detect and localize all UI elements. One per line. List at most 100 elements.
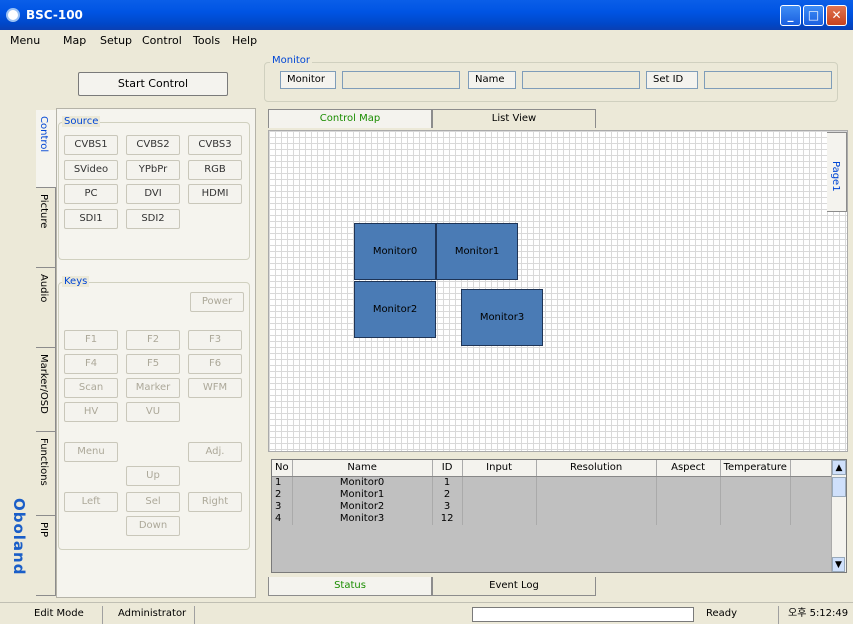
source-dvi-button[interactable]: DVI: [126, 184, 180, 204]
status-mode: Edit Mode: [34, 608, 84, 619]
col-input[interactable]: Input: [462, 460, 537, 477]
close-button[interactable]: ✕: [826, 5, 847, 26]
cell-aspect: [656, 488, 721, 501]
f2-button[interactable]: F2: [126, 330, 180, 350]
f4-button[interactable]: F4: [64, 354, 118, 374]
source-sdi2-button[interactable]: SDI2: [126, 209, 180, 229]
cell-name: Monitor1: [292, 488, 433, 501]
f5-button[interactable]: F5: [126, 354, 180, 374]
table-row[interactable]: 4 Monitor3 12: [272, 512, 833, 525]
col-aspect[interactable]: Aspect: [656, 460, 721, 477]
table-row[interactable]: 2 Monitor1 2: [272, 488, 833, 501]
col-name[interactable]: Name: [292, 460, 433, 477]
col-id[interactable]: ID: [432, 460, 463, 477]
tab-control-map[interactable]: Control Map: [268, 109, 432, 128]
cell-aspect: [656, 500, 721, 513]
tab-page1-label: Page1: [830, 161, 841, 192]
cell-id: 12: [432, 512, 463, 525]
cell-name: Monitor2: [292, 500, 433, 513]
control-map-grid[interactable]: Monitor0 Monitor1 Monitor2 Monitor3: [268, 130, 848, 452]
scroll-thumb[interactable]: [832, 477, 846, 497]
source-hdmi-button[interactable]: HDMI: [188, 184, 242, 204]
right-button[interactable]: Right: [188, 492, 242, 512]
status-divider: [194, 606, 195, 624]
status-user: Administrator: [118, 608, 187, 619]
wfm-button[interactable]: WFM: [188, 378, 242, 398]
sel-button[interactable]: Sel: [126, 492, 180, 512]
map-monitor-1[interactable]: Monitor1: [436, 223, 518, 280]
col-no[interactable]: No: [272, 460, 293, 477]
map-monitor-2[interactable]: Monitor2: [354, 281, 436, 338]
tab-list-view[interactable]: List View: [432, 109, 596, 128]
maximize-button[interactable]: □: [803, 5, 824, 26]
vu-button[interactable]: VU: [126, 402, 180, 422]
source-cvbs2-button[interactable]: CVBS2: [126, 135, 180, 155]
scroll-up-icon[interactable]: ▲: [832, 460, 846, 475]
source-sdi1-button[interactable]: SDI1: [64, 209, 118, 229]
tab-functions[interactable]: Functions: [36, 432, 56, 516]
cell-aspect: [656, 512, 721, 525]
f6-button[interactable]: F6: [188, 354, 242, 374]
status-clock: 오후 5:12:49: [788, 608, 849, 619]
col-temperature[interactable]: Temperature: [720, 460, 791, 477]
tab-pip[interactable]: PIP: [36, 516, 56, 596]
tab-status[interactable]: Status: [268, 577, 432, 596]
map-monitor-3[interactable]: Monitor3: [461, 289, 543, 346]
power-button[interactable]: Power: [190, 292, 244, 312]
monitor-group-title: Monitor: [270, 55, 313, 66]
cell-resolution: [536, 500, 657, 513]
source-cvbs3-button[interactable]: CVBS3: [188, 135, 242, 155]
name-field: [522, 71, 640, 89]
cell-no: 4: [272, 512, 293, 525]
menu-key-button[interactable]: Menu: [64, 442, 118, 462]
col-extra: [790, 460, 832, 477]
down-button[interactable]: Down: [126, 516, 180, 536]
f3-button[interactable]: F3: [188, 330, 242, 350]
app-icon: [6, 8, 20, 22]
source-ypbpr-button[interactable]: YPbPr: [126, 160, 180, 180]
up-button[interactable]: Up: [126, 466, 180, 486]
tab-control-label: Control: [38, 116, 49, 153]
cell-id: 2: [432, 488, 463, 501]
tab-event-log[interactable]: Event Log: [432, 577, 596, 596]
menu-menu[interactable]: Menu: [10, 34, 40, 47]
f1-button[interactable]: F1: [64, 330, 118, 350]
table-row[interactable]: 1 Monitor0 1: [272, 476, 833, 489]
tab-marker-osd-label: Marker/OSD: [38, 354, 49, 414]
tab-marker-osd[interactable]: Marker/OSD: [36, 348, 56, 432]
start-control-button[interactable]: Start Control: [78, 72, 228, 96]
cell-temperature: [720, 476, 791, 489]
menu-control[interactable]: Control: [142, 34, 182, 47]
tab-control[interactable]: Control: [36, 110, 56, 188]
scan-button[interactable]: Scan: [64, 378, 118, 398]
source-pc-button[interactable]: PC: [64, 184, 118, 204]
hv-button[interactable]: HV: [64, 402, 118, 422]
menu-help[interactable]: Help: [232, 34, 257, 47]
cell-resolution: [536, 476, 657, 489]
left-button[interactable]: Left: [64, 492, 118, 512]
cell-temperature: [720, 488, 791, 501]
cell-aspect: [656, 476, 721, 489]
menu-setup[interactable]: Setup: [100, 34, 132, 47]
monitor-label: Monitor: [280, 71, 336, 89]
tab-page1[interactable]: Page1: [827, 132, 847, 212]
setid-label: Set ID: [646, 71, 698, 89]
cell-resolution: [536, 512, 657, 525]
col-resolution[interactable]: Resolution: [536, 460, 657, 477]
tab-functions-label: Functions: [38, 438, 49, 486]
cell-no: 3: [272, 500, 293, 513]
scroll-down-icon[interactable]: ▼: [832, 557, 845, 572]
minimize-button[interactable]: _: [780, 5, 801, 26]
menu-map[interactable]: Map: [63, 34, 86, 47]
tab-picture[interactable]: Picture: [36, 188, 56, 268]
source-svideo-button[interactable]: SVideo: [64, 160, 118, 180]
tab-audio[interactable]: Audio: [36, 268, 56, 348]
adj-button[interactable]: Adj.: [188, 442, 242, 462]
menu-tools[interactable]: Tools: [193, 34, 220, 47]
map-monitor-0[interactable]: Monitor0: [354, 223, 436, 280]
source-cvbs1-button[interactable]: CVBS1: [64, 135, 118, 155]
marker-button[interactable]: Marker: [126, 378, 180, 398]
table-row[interactable]: 3 Monitor2 3: [272, 500, 833, 513]
table-scrollbar[interactable]: ▲ ▼: [831, 460, 846, 572]
source-rgb-button[interactable]: RGB: [188, 160, 242, 180]
